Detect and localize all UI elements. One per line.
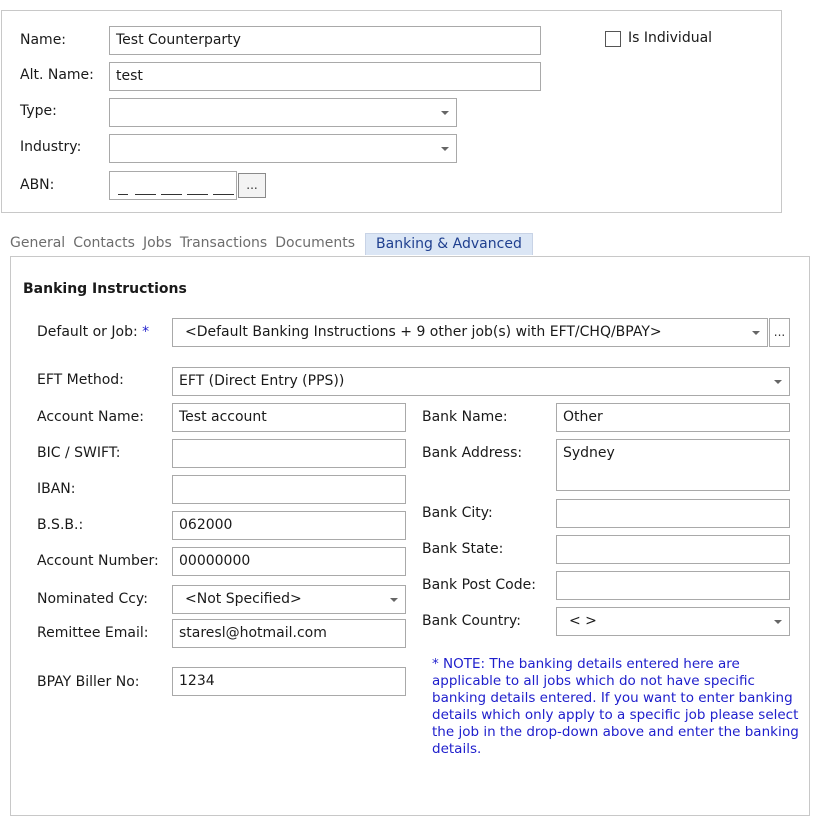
tab-banking-advanced[interactable]: Banking & Advanced [365,233,533,255]
nominated-ccy-label: Nominated Ccy: [37,591,148,607]
default-job-select[interactable]: <Default Banking Instructions + 9 other … [172,318,768,347]
account-number-label: Account Number: [37,553,159,569]
eft-method-label: EFT Method: [37,372,124,388]
abn-mask [118,194,128,195]
bank-name-input[interactable]: Other [556,403,790,432]
chevron-down-icon[interactable] [383,586,405,613]
bank-postcode-input[interactable] [556,571,790,600]
bank-state-label: Bank State: [422,541,504,557]
account-name-label: Account Name: [37,409,144,425]
is-individual-label: Is Individual [628,30,713,46]
eft-method-value: EFT (Direct Entry (PPS)) [179,373,345,389]
bsb-input[interactable]: 062000 [172,511,406,540]
account-number-input[interactable]: 00000000 [172,547,406,576]
eft-method-select[interactable]: EFT (Direct Entry (PPS)) [172,367,790,396]
remittee-email-label: Remittee Email: [37,625,149,641]
tab-transactions[interactable]: Transactions [180,233,275,255]
type-select[interactable] [109,98,457,127]
abn-mask [161,194,182,195]
tab-contacts[interactable]: Contacts [73,233,143,255]
type-label: Type: [20,103,57,119]
bank-name-label: Bank Name: [422,409,508,425]
abn-label: ABN: [20,177,55,193]
remittee-email-input[interactable]: staresl@hotmail.com [172,619,406,648]
industry-label: Industry: [20,139,82,155]
altname-label: Alt. Name: [20,67,94,83]
section-title: Banking Instructions [23,281,187,297]
name-input[interactable]: Test Counterparty [109,26,541,55]
default-job-value: <Default Banking Instructions + 9 other … [185,324,662,340]
default-job-label: Default or Job: * [37,324,149,340]
banking-note: * NOTE: The banking details entered here… [432,656,799,757]
abn-mask [135,194,156,195]
chevron-down-icon[interactable] [745,319,767,346]
chevron-down-icon[interactable] [434,99,456,126]
bic-input[interactable] [172,439,406,468]
abn-lookup-button[interactable]: ... [238,173,266,198]
bank-country-value: < > [569,613,597,629]
chevron-down-icon[interactable] [767,368,789,395]
nominated-ccy-select[interactable]: <Not Specified> [172,585,406,614]
tab-bar: General Contacts Jobs Transactions Docum… [10,233,533,255]
abn-input[interactable] [109,171,237,200]
bpay-label: BPAY Biller No: [37,674,140,690]
name-label: Name: [20,32,67,48]
bank-country-label: Bank Country: [422,613,521,629]
default-job-label-text: Default or Job: [37,324,138,340]
bank-postcode-label: Bank Post Code: [422,577,536,593]
required-marker: * [142,324,150,340]
nominated-ccy-value: <Not Specified> [185,591,302,607]
bpay-input[interactable]: 1234 [172,667,406,696]
default-job-button[interactable]: ... [769,318,790,347]
bank-city-label: Bank City: [422,505,493,521]
tab-jobs[interactable]: Jobs [143,233,180,255]
chevron-down-icon[interactable] [767,608,789,635]
is-individual-checkbox[interactable] [605,31,621,47]
bank-state-input[interactable] [556,535,790,564]
iban-label: IBAN: [37,481,76,497]
tab-general[interactable]: General [10,233,73,255]
bank-country-select[interactable]: < > [556,607,790,636]
account-name-input[interactable]: Test account [172,403,406,432]
bic-label: BIC / SWIFT: [37,445,121,461]
chevron-down-icon[interactable] [434,135,456,162]
abn-mask [213,194,234,195]
altname-input[interactable]: test [109,62,541,91]
bank-address-label: Bank Address: [422,445,523,461]
tab-documents[interactable]: Documents [275,233,363,255]
bank-city-input[interactable] [556,499,790,528]
industry-select[interactable] [109,134,457,163]
iban-input[interactable] [172,475,406,504]
abn-mask [187,194,208,195]
bank-address-input[interactable]: Sydney [556,439,790,491]
bsb-label: B.S.B.: [37,517,84,533]
